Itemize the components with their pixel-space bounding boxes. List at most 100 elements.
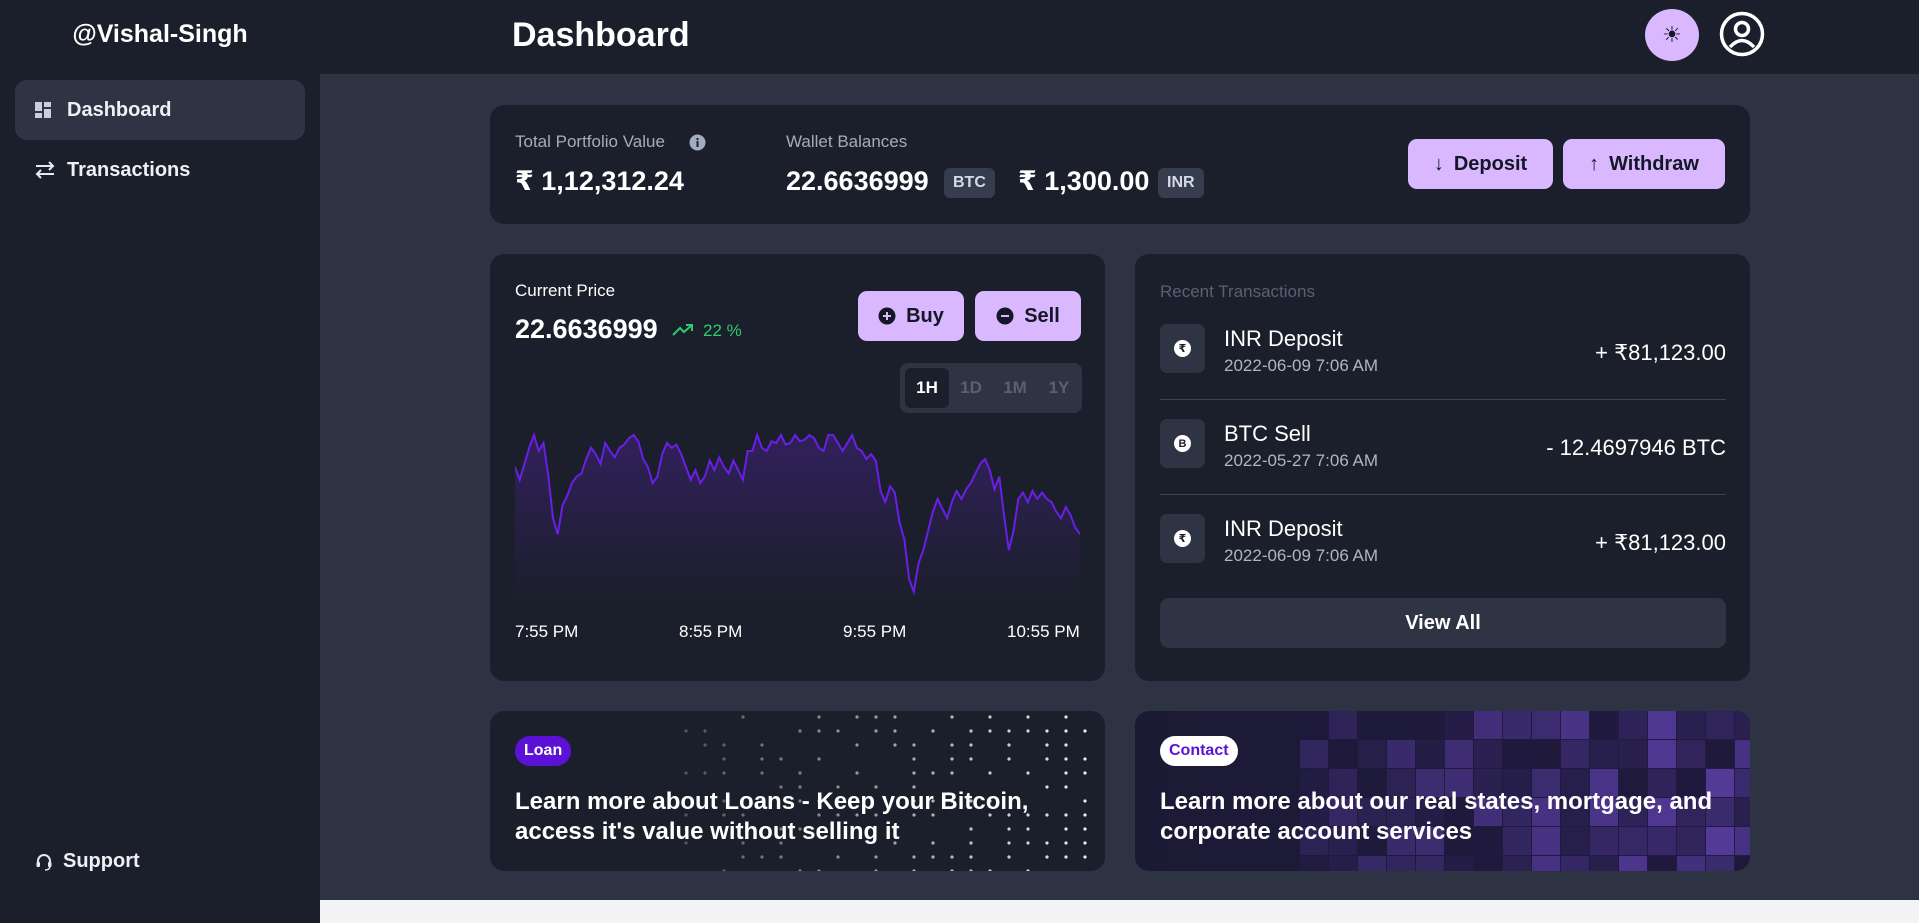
sell-label: Sell [1024, 305, 1060, 328]
pattern-square [1619, 856, 1647, 871]
range-1h[interactable]: 1H [905, 368, 949, 408]
pattern-dot [1083, 841, 1086, 844]
pattern-square [1445, 711, 1473, 739]
pattern-dot [931, 771, 934, 774]
pattern-dot [855, 771, 858, 774]
pattern-dot [1007, 729, 1010, 732]
deposit-label: Deposit [1454, 153, 1527, 176]
pattern-square [1735, 769, 1750, 797]
pattern-dot [874, 855, 877, 858]
pattern-dot [741, 855, 744, 858]
withdraw-button[interactable]: ↑ Withdraw [1563, 139, 1725, 189]
pattern-dot [817, 729, 820, 732]
buy-button[interactable]: Buy [858, 291, 964, 341]
contact-promo-text: Learn more about our real states, mortga… [1160, 787, 1730, 847]
loan-badge: Loan [515, 736, 571, 766]
support-link[interactable]: Support [35, 850, 140, 873]
pattern-square [1358, 856, 1386, 871]
pattern-dot [1026, 771, 1029, 774]
pattern-square [1503, 856, 1531, 871]
pattern-dot [1064, 855, 1067, 858]
pattern-square [1416, 711, 1444, 739]
pattern-square [1300, 711, 1328, 739]
pattern-dot [1064, 743, 1067, 746]
pattern-square [1561, 740, 1589, 768]
top-header: Dashboard ☀ [320, 0, 1919, 74]
portfolio-value: ₹ 1,12,312.24 [515, 166, 684, 197]
pattern-square [1735, 711, 1750, 739]
pattern-dot [817, 715, 820, 718]
transaction-date: 2022-06-09 7:06 AM [1224, 546, 1378, 566]
pattern-square [1387, 856, 1415, 871]
pattern-dot [969, 729, 972, 732]
pattern-square [1445, 856, 1473, 871]
trending-up-icon [672, 323, 694, 337]
pattern-dot [798, 869, 801, 871]
range-1y[interactable]: 1Y [1037, 368, 1081, 408]
pattern-square [1619, 711, 1647, 739]
pattern-dot [988, 729, 991, 732]
pattern-dot [798, 771, 801, 774]
pattern-dot [950, 715, 953, 718]
x-tick-label: 7:55 PM [515, 622, 578, 642]
pattern-square [1329, 856, 1357, 871]
pattern-square [1387, 740, 1415, 768]
pattern-square [1532, 711, 1560, 739]
sidebar-item-dashboard[interactable]: Dashboard [15, 80, 305, 140]
pattern-dot [988, 715, 991, 718]
pattern-dot [988, 771, 991, 774]
sidebar-item-label: Dashboard [67, 99, 171, 122]
pattern-dot [1064, 729, 1067, 732]
inr-balance: ₹ 1,300.00 [1018, 166, 1149, 197]
pattern-dot [855, 715, 858, 718]
user-circle-icon [1718, 10, 1766, 58]
transaction-date: 2022-06-09 7:06 AM [1224, 356, 1378, 376]
pattern-square [1706, 740, 1734, 768]
pattern-dot [779, 757, 782, 760]
pattern-dot [1064, 715, 1067, 718]
sidebar-item-label: Transactions [67, 159, 190, 182]
dashboard-icon [35, 102, 57, 119]
divider [1160, 494, 1726, 495]
pattern-dot [1045, 855, 1048, 858]
pattern-dot [969, 757, 972, 760]
pattern-dot [1083, 855, 1086, 858]
deposit-button[interactable]: ↓ Deposit [1408, 139, 1553, 189]
time-range-selector: 1H 1D 1M 1Y [900, 363, 1082, 413]
pattern-dot [874, 715, 877, 718]
pattern-square [1735, 856, 1750, 871]
contact-badge: Contact [1160, 736, 1238, 766]
pattern-dot [1064, 771, 1067, 774]
page-title: Dashboard [512, 16, 690, 55]
pattern-dot [1026, 869, 1029, 871]
range-1m[interactable]: 1M [993, 368, 1037, 408]
pattern-dot [874, 869, 877, 871]
pattern-square [1735, 740, 1750, 768]
price-area [515, 435, 1080, 600]
rupee-icon: ₹ [1160, 324, 1205, 373]
sidebar-item-transactions[interactable]: Transactions [15, 140, 305, 200]
pattern-dot [912, 757, 915, 760]
pattern-square [1648, 711, 1676, 739]
username: @Vishal-Singh [0, 20, 320, 49]
pattern-dot [1007, 757, 1010, 760]
info-icon[interactable] [689, 134, 706, 151]
pattern-dot [1007, 855, 1010, 858]
loan-promo-text: Learn more about Loans - Keep your Bitco… [515, 787, 1075, 847]
view-all-button[interactable]: View All [1160, 598, 1726, 648]
theme-toggle-button[interactable]: ☀ [1645, 9, 1699, 61]
pattern-dot [912, 855, 915, 858]
support-label: Support [63, 850, 140, 873]
pattern-dot [969, 869, 972, 871]
pattern-dot [1083, 729, 1086, 732]
range-1d[interactable]: 1D [949, 368, 993, 408]
pattern-dot [703, 729, 706, 732]
minus-circle-icon [996, 307, 1014, 325]
pattern-dot [1083, 757, 1086, 760]
transaction-title: INR Deposit [1224, 516, 1343, 542]
pattern-dot [912, 869, 915, 871]
pattern-dot [760, 757, 763, 760]
pattern-square [1677, 711, 1705, 739]
user-profile-button[interactable] [1718, 10, 1766, 58]
sell-button[interactable]: Sell [975, 291, 1081, 341]
